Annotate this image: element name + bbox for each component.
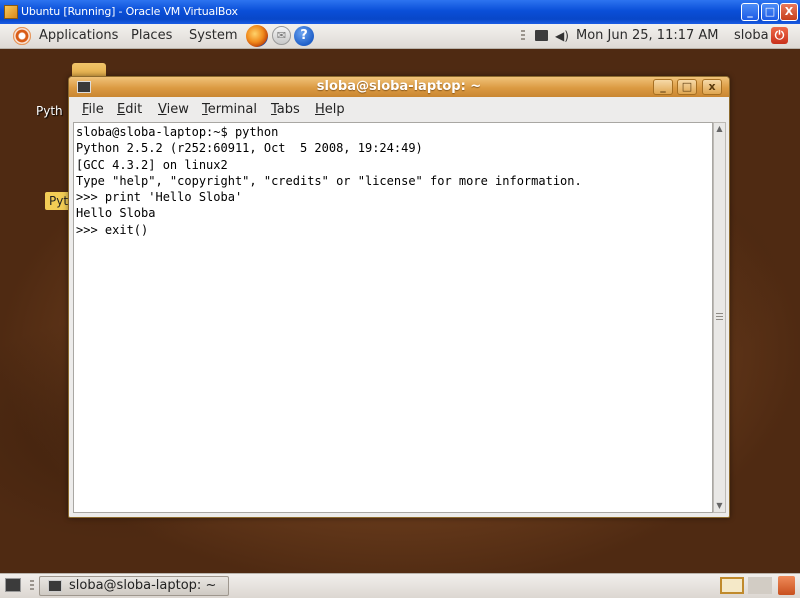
- menu-applications[interactable]: Applications: [39, 28, 118, 43]
- panel-user[interactable]: sloba: [734, 28, 769, 43]
- terminal-scrollbar[interactable]: ▲ ▼: [713, 122, 726, 513]
- terminal-text: sloba@sloba-laptop:~$ python Python 2.5.…: [76, 125, 582, 237]
- host-close-button[interactable]: X: [780, 3, 798, 21]
- terminal-menubar: File Edit View Terminal Tabs Help: [69, 98, 729, 122]
- volume-icon[interactable]: ◀): [555, 29, 571, 43]
- workspace-2[interactable]: [748, 577, 772, 594]
- help-icon[interactable]: ?: [294, 26, 314, 46]
- firefox-icon[interactable]: [246, 25, 268, 47]
- menu-terminal[interactable]: Terminal: [202, 102, 257, 117]
- menu-system[interactable]: System: [189, 28, 237, 43]
- gnome-bottom-panel: sloba@sloba-laptop: ~: [0, 573, 800, 598]
- network-icon[interactable]: [535, 30, 548, 41]
- panel-grip-handle[interactable]: [30, 580, 34, 592]
- ubuntu-logo-icon[interactable]: [13, 27, 31, 45]
- host-minimize-button[interactable]: _: [741, 3, 759, 21]
- taskbar-terminal-label: sloba@sloba-laptop: ~: [69, 578, 217, 593]
- virtualbox-titlebar[interactable]: Ubuntu [Running] - Oracle VM VirtualBox …: [0, 0, 800, 24]
- taskbar-terminal-button[interactable]: sloba@sloba-laptop: ~: [39, 576, 229, 596]
- power-icon[interactable]: ⏻: [771, 27, 788, 44]
- menu-tabs[interactable]: Tabs: [271, 102, 300, 117]
- trash-icon[interactable]: [778, 576, 795, 595]
- show-desktop-icon[interactable]: [5, 578, 21, 592]
- host-maximize-button[interactable]: □: [761, 3, 779, 21]
- virtualbox-app-icon: [4, 5, 18, 19]
- terminal-title: sloba@sloba-laptop: ~: [316, 79, 482, 94]
- scroll-down-arrow-icon[interactable]: ▼: [715, 501, 724, 511]
- menu-places[interactable]: Places: [131, 28, 172, 43]
- gnome-top-panel: Applications Places System ✉ ? ◀) Mon Ju…: [0, 24, 800, 49]
- menu-file[interactable]: File: [82, 102, 104, 117]
- terminal-task-icon: [48, 580, 62, 592]
- workspace-1[interactable]: [720, 577, 744, 594]
- virtualbox-window-title: Ubuntu [Running] - Oracle VM VirtualBox: [21, 5, 238, 18]
- terminal-titlebar[interactable]: sloba@sloba-laptop: ~ _ □ x: [69, 77, 729, 97]
- terminal-output-area[interactable]: sloba@sloba-laptop:~$ python Python 2.5.…: [73, 122, 713, 513]
- menu-view[interactable]: View: [158, 102, 189, 117]
- menu-help[interactable]: Help: [315, 102, 345, 117]
- scroll-grip-icon: [716, 313, 723, 321]
- tray-grip-handle[interactable]: [521, 30, 525, 42]
- terminal-close-button[interactable]: x: [702, 79, 722, 95]
- terminal-minimize-button[interactable]: _: [653, 79, 673, 95]
- panel-clock[interactable]: Mon Jun 25, 11:17 AM: [576, 28, 719, 43]
- desktop-icon-label[interactable]: Pyth: [36, 104, 63, 118]
- terminal-maximize-button[interactable]: □: [677, 79, 697, 95]
- terminal-window: sloba@sloba-laptop: ~ _ □ x File Edit Vi…: [68, 76, 730, 518]
- mail-icon[interactable]: ✉: [272, 26, 291, 45]
- scroll-up-arrow-icon[interactable]: ▲: [715, 124, 724, 134]
- menu-edit[interactable]: Edit: [117, 102, 142, 117]
